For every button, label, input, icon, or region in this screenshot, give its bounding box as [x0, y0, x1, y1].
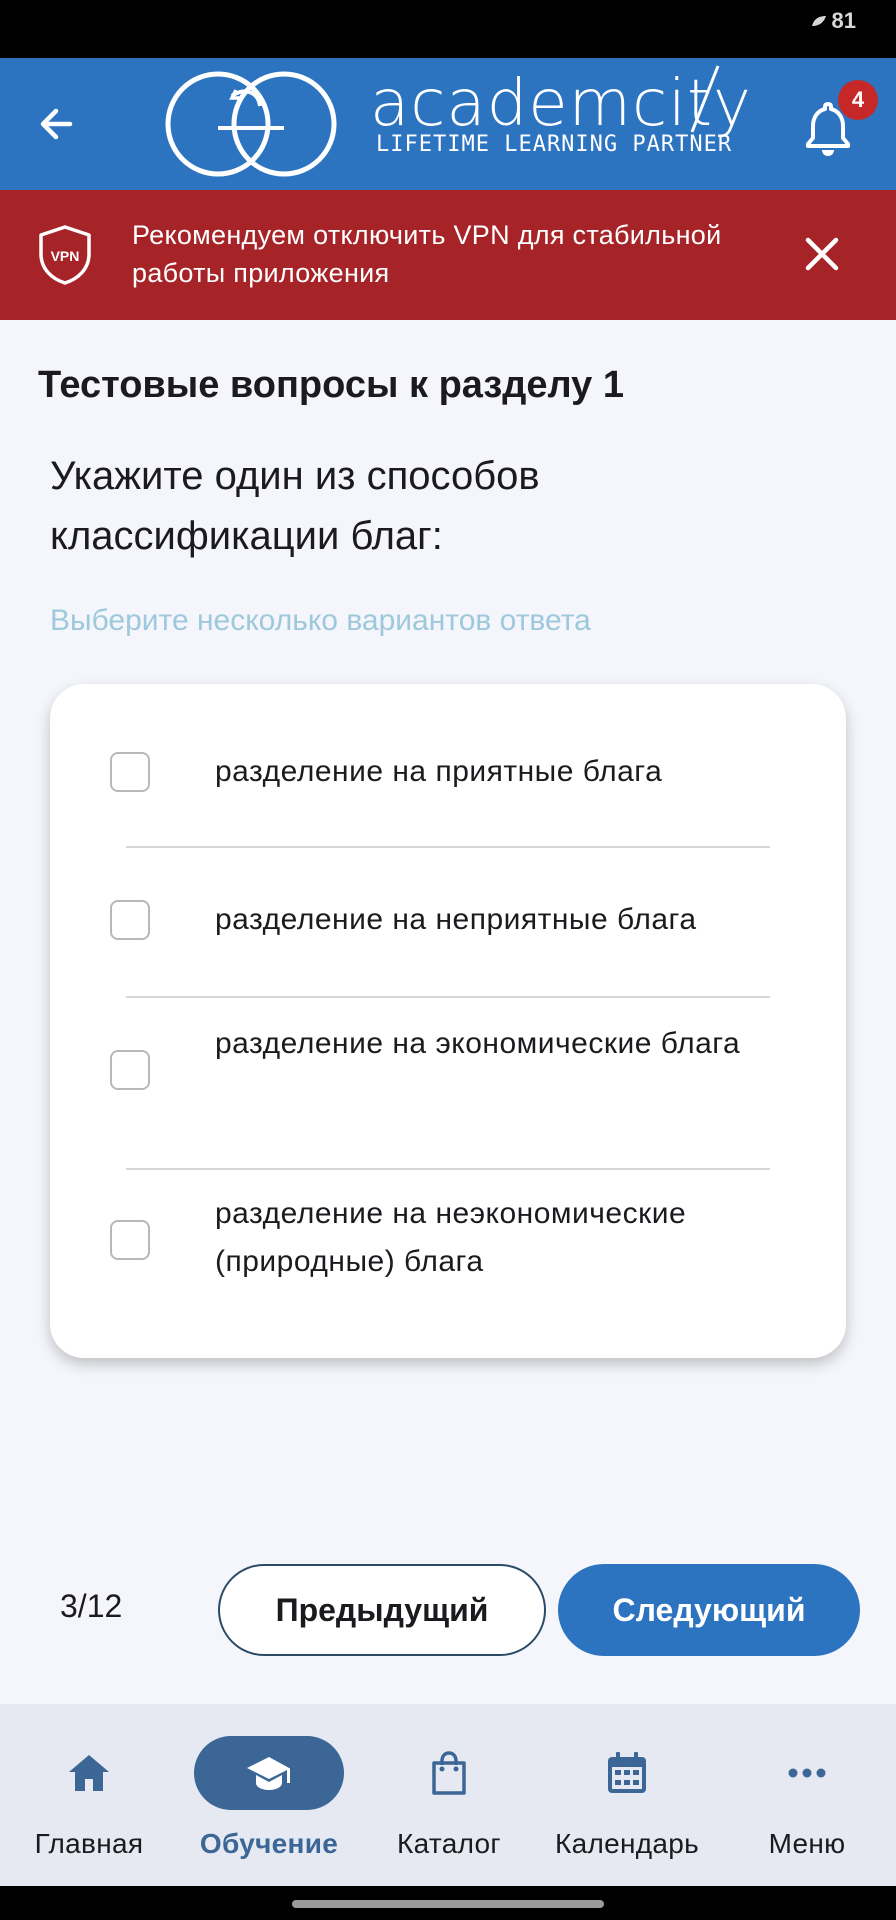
- app-header: academcity LIFETIME LEARNING PARTNER 4: [0, 58, 896, 190]
- home-icon: [69, 1755, 109, 1791]
- notification-badge: 4: [838, 80, 878, 120]
- question-counter: 3/12: [60, 1588, 123, 1624]
- answer-option[interactable]: разделение на приятные блага: [50, 684, 846, 846]
- nav-item-label: Календарь: [554, 1828, 700, 1859]
- previous-button[interactable]: Предыдущий: [218, 1564, 546, 1656]
- answer-label: разделение на неэкономические (природные…: [215, 1197, 687, 1278]
- status-bar: 81: [0, 0, 896, 58]
- section-title: Тестовые вопросы к разделу 1: [38, 364, 624, 406]
- nav-item-learning[interactable]: Обучение: [184, 1736, 354, 1866]
- nav-icon-container: [194, 1736, 344, 1810]
- logo-mark-icon: [165, 71, 337, 177]
- nav-icon-container: [732, 1736, 882, 1810]
- nav-item-catalog[interactable]: Каталог: [364, 1736, 534, 1866]
- home-gesture-handle[interactable]: [292, 1900, 604, 1908]
- nav-item-menu[interactable]: Меню: [722, 1736, 892, 1866]
- answer-checkbox[interactable]: [110, 1220, 150, 1260]
- answer-option[interactable]: разделение на неприятные блага: [50, 848, 846, 996]
- answer-checkbox[interactable]: [110, 900, 150, 940]
- vpn-icon-label: VPN: [51, 248, 80, 264]
- next-button[interactable]: Следующий: [558, 1564, 860, 1656]
- system-gesture-bar: [0, 1886, 896, 1920]
- vpn-shield-icon: VPN: [39, 225, 91, 285]
- nav-item-label: Обучение: [199, 1828, 339, 1859]
- nav-item-home[interactable]: Главная: [4, 1736, 174, 1866]
- calendar-icon: [608, 1752, 646, 1793]
- close-icon: [805, 237, 839, 271]
- logo-tagline: LIFETIME LEARNING PARTNER: [376, 132, 733, 157]
- answers-card: разделение на приятные блага разделение …: [50, 684, 846, 1358]
- vpn-banner-text: Рекомендуем отключить VPN для стабильной…: [132, 220, 722, 288]
- close-banner-button[interactable]: [796, 228, 848, 280]
- shopping-bag-icon: [432, 1751, 466, 1795]
- nav-icon-container: [374, 1736, 524, 1810]
- answer-label: разделение на неприятные блага: [215, 903, 697, 936]
- logo-slash-icon: [690, 65, 720, 133]
- back-button[interactable]: [28, 96, 84, 152]
- graduation-cap-icon: [247, 1757, 290, 1790]
- answer-option[interactable]: разделение на экономические блага: [50, 998, 846, 1168]
- question-text: Укажите один из способов классификации б…: [50, 454, 540, 558]
- vpn-warning-banner: VPN Рекомендуем отключить VPN для стабил…: [0, 190, 896, 320]
- answer-label: разделение на приятные блага: [215, 755, 663, 788]
- battery-indicator: 81: [810, 8, 856, 34]
- nav-item-calendar[interactable]: Календарь: [542, 1736, 712, 1866]
- academcity-logo: academcity LIFETIME LEARNING PARTNER: [162, 60, 751, 188]
- answer-checkbox[interactable]: [110, 752, 150, 792]
- nav-icon-container: [552, 1736, 702, 1810]
- answer-label: разделение на экономические блага: [215, 1027, 741, 1060]
- arrow-left-icon: [40, 108, 73, 140]
- answer-checkbox[interactable]: [110, 1050, 150, 1090]
- nav-icon-container: [14, 1736, 164, 1810]
- answer-hint: Выберите несколько вариантов ответа: [50, 604, 591, 637]
- nav-item-label: Меню: [768, 1828, 846, 1859]
- answer-option[interactable]: разделение на неэкономические (природные…: [50, 1170, 846, 1358]
- more-dots-icon: [788, 1768, 826, 1778]
- battery-saver-icon: [811, 16, 826, 26]
- battery-level: 81: [831, 8, 856, 33]
- nav-item-label: Каталог: [397, 1828, 501, 1859]
- nav-item-label: Главная: [34, 1828, 144, 1859]
